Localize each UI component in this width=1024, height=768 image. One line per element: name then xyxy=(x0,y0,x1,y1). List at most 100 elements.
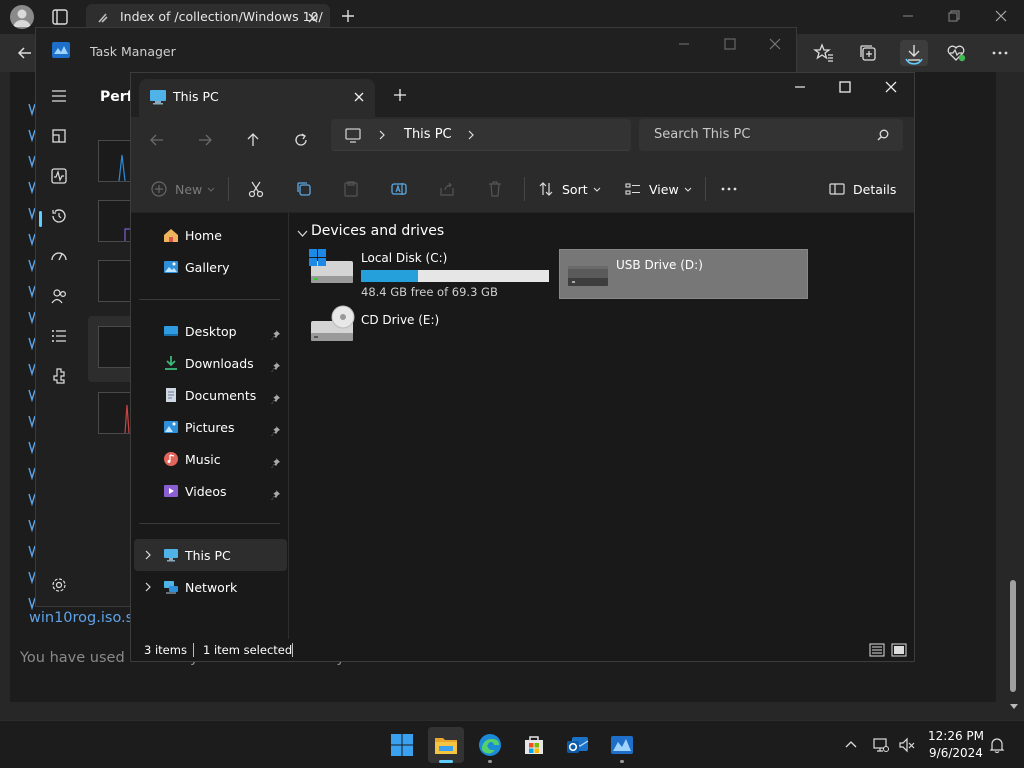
tiles-view-icon[interactable] xyxy=(891,643,907,657)
address-bar[interactable]: This PC xyxy=(331,119,631,151)
iso-file-link[interactable]: win10rog.iso.s xyxy=(29,610,133,626)
profile-avatar[interactable] xyxy=(10,5,34,29)
sidebar-item-desktop[interactable]: Desktop xyxy=(163,319,288,343)
tm-minimize-icon[interactable] xyxy=(676,36,692,52)
taskbar-task-manager[interactable] xyxy=(604,727,640,763)
address-chevron-icon[interactable] xyxy=(377,130,387,140)
explorer-tab[interactable]: This PC xyxy=(139,79,375,117)
sidebar-item-videos[interactable]: Videos xyxy=(163,479,288,503)
sidebar-item-this-pc[interactable]: This PC xyxy=(163,543,288,567)
browser-minimize-icon[interactable] xyxy=(900,8,916,24)
sidebar-item-downloads[interactable]: Downloads xyxy=(163,351,288,375)
pin-icon[interactable] xyxy=(271,425,283,437)
browser-essentials-icon[interactable] xyxy=(945,42,967,64)
show-hidden-icons-chevron[interactable] xyxy=(842,736,860,754)
pin-icon[interactable] xyxy=(271,393,283,405)
drive-tile-cd[interactable]: CD Drive (E:) xyxy=(289,305,489,355)
close-tab-icon[interactable] xyxy=(306,11,320,25)
address-current-location[interactable]: This PC xyxy=(404,127,452,142)
startup-apps-icon[interactable] xyxy=(50,247,68,265)
tm-close-icon[interactable] xyxy=(767,36,783,52)
favorites-icon[interactable] xyxy=(813,42,835,64)
network-status-icon[interactable] xyxy=(872,736,890,754)
share-button[interactable] xyxy=(438,178,456,200)
taskbar-store[interactable] xyxy=(516,727,552,763)
disk-graph-thumb[interactable] xyxy=(98,260,134,302)
cut-button[interactable] xyxy=(247,178,265,200)
browser-close-icon[interactable] xyxy=(993,8,1009,24)
page-scrollbar[interactable] xyxy=(1008,72,1020,712)
details-view-icon[interactable] xyxy=(869,643,885,657)
new-button[interactable]: New xyxy=(151,178,216,200)
notifications-bell-icon[interactable] xyxy=(988,736,1006,754)
volume-muted-icon[interactable] xyxy=(898,736,916,754)
pin-icon[interactable] xyxy=(271,489,283,501)
browser-restore-icon[interactable] xyxy=(946,8,962,24)
devices-group-header[interactable]: Devices and drives xyxy=(311,223,444,239)
sort-button[interactable]: Sort xyxy=(538,178,602,200)
forward-arrow-icon[interactable] xyxy=(197,132,213,148)
details-list-icon[interactable] xyxy=(50,327,68,345)
collapse-group-chevron-icon[interactable] xyxy=(297,228,308,239)
address-chevron-icon[interactable] xyxy=(466,130,476,140)
services-icon[interactable] xyxy=(50,367,68,385)
tm-maximize-icon[interactable] xyxy=(722,36,738,52)
close-explorer-tab-icon[interactable] xyxy=(352,90,366,104)
collections-icon[interactable] xyxy=(857,42,879,64)
sidebar-item-home[interactable]: Home xyxy=(163,223,288,247)
taskbar-outlook[interactable] xyxy=(560,727,596,763)
command-separator xyxy=(524,177,525,201)
expand-chevron-icon[interactable] xyxy=(143,550,153,560)
search-box[interactable]: Search This PC xyxy=(639,119,903,151)
browser-back-icon[interactable] xyxy=(16,44,34,62)
new-explorer-tab-icon[interactable] xyxy=(393,88,407,102)
scrollbar-thumb[interactable] xyxy=(1010,580,1016,692)
explorer-maximize-icon[interactable] xyxy=(837,79,853,95)
sidebar-item-network[interactable]: Network xyxy=(163,575,288,599)
more-options-icon[interactable] xyxy=(989,42,1011,64)
explorer-titlebar[interactable]: This PC xyxy=(131,73,914,117)
new-tab-icon[interactable] xyxy=(340,8,356,24)
clock-time[interactable]: 12:26 PM xyxy=(920,729,992,743)
expand-chevron-icon[interactable] xyxy=(143,582,153,592)
copy-button[interactable] xyxy=(295,178,313,200)
memory-graph-thumb[interactable] xyxy=(98,200,134,242)
users-icon[interactable] xyxy=(50,287,68,305)
sidebar-item-pictures[interactable]: Pictures xyxy=(163,415,288,439)
processes-icon[interactable] xyxy=(50,127,68,145)
up-arrow-icon[interactable] xyxy=(245,132,261,148)
refresh-icon[interactable] xyxy=(293,132,309,148)
sidebar-item-gallery[interactable]: Gallery xyxy=(163,255,288,279)
sidebar-item-music[interactable]: Music xyxy=(163,447,288,471)
paste-button[interactable] xyxy=(342,178,360,200)
downloads-icon[interactable] xyxy=(900,40,928,66)
sidebar-item-documents[interactable]: Documents xyxy=(163,383,288,407)
details-pane-button[interactable]: Details xyxy=(829,178,896,200)
network-graph-thumb[interactable] xyxy=(98,392,134,434)
disk2-graph-thumb[interactable] xyxy=(98,326,134,368)
settings-gear-icon[interactable] xyxy=(50,576,68,594)
performance-icon[interactable] xyxy=(50,167,68,185)
see-more-button[interactable] xyxy=(720,178,738,200)
taskbar-file-explorer[interactable] xyxy=(428,727,464,763)
pin-icon[interactable] xyxy=(271,457,283,469)
app-history-icon[interactable] xyxy=(50,207,68,225)
search-icon[interactable] xyxy=(877,129,889,141)
taskbar-edge[interactable] xyxy=(472,727,508,763)
view-button[interactable]: View xyxy=(625,178,693,200)
back-arrow-icon[interactable] xyxy=(149,132,165,148)
pin-icon[interactable] xyxy=(271,329,283,341)
hamburger-menu-icon[interactable] xyxy=(50,87,68,105)
explorer-close-icon[interactable] xyxy=(883,79,899,95)
pin-icon[interactable] xyxy=(271,361,283,373)
explorer-minimize-icon[interactable] xyxy=(792,79,808,95)
drive-tile-local-disk[interactable]: Local Disk (C:) 48.4 GB free of 69.3 GB xyxy=(289,249,551,299)
start-button[interactable] xyxy=(384,727,420,763)
rename-button[interactable] xyxy=(390,178,408,200)
delete-button[interactable] xyxy=(486,178,504,200)
cpu-graph-thumb[interactable] xyxy=(98,140,134,182)
drive-tile-usb[interactable]: USB Drive (D:) xyxy=(559,249,808,299)
clock-date[interactable]: 9/6/2024 xyxy=(920,746,992,760)
tab-actions-icon[interactable] xyxy=(49,6,71,28)
task-manager-titlebar[interactable]: Task Manager xyxy=(36,28,796,72)
